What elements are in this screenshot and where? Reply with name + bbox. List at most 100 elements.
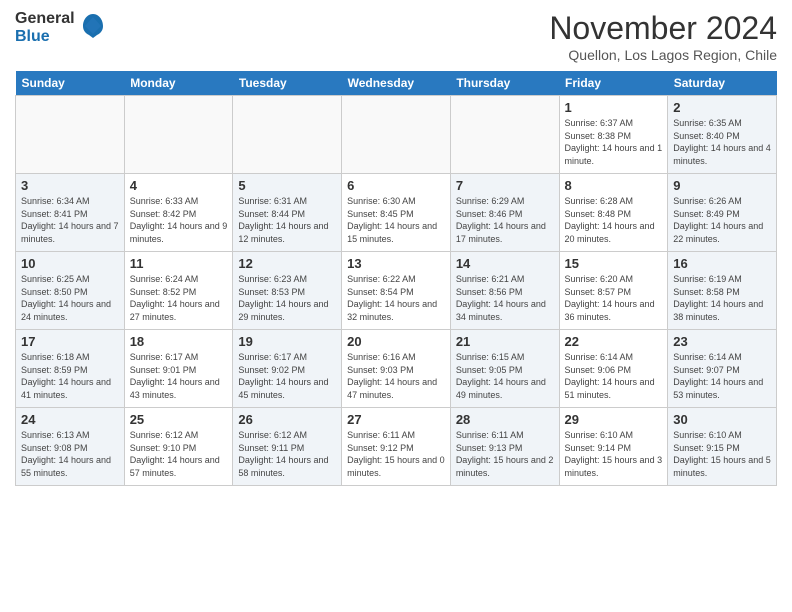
week-row-5: 24Sunrise: 6:13 AM Sunset: 9:08 PM Dayli… [16, 408, 777, 486]
weekday-tuesday: Tuesday [233, 71, 342, 96]
calendar-cell: 24Sunrise: 6:13 AM Sunset: 9:08 PM Dayli… [16, 408, 125, 486]
calendar-cell: 11Sunrise: 6:24 AM Sunset: 8:52 PM Dayli… [124, 252, 233, 330]
day-info: Sunrise: 6:11 AM Sunset: 9:12 PM Dayligh… [347, 429, 445, 479]
day-info: Sunrise: 6:28 AM Sunset: 8:48 PM Dayligh… [565, 195, 663, 245]
week-row-1: 1 Sunrise: 6:37 AM Sunset: 8:38 PM Daylig… [16, 96, 777, 174]
day-info: Sunrise: 6:37 AM Sunset: 8:38 PM Dayligh… [565, 117, 663, 167]
day-info: Sunrise: 6:17 AM Sunset: 9:01 PM Dayligh… [130, 351, 228, 401]
day-info: Sunrise: 6:31 AM Sunset: 8:44 PM Dayligh… [238, 195, 336, 245]
logo-text: General Blue [15, 10, 107, 46]
calendar-cell: 30Sunrise: 6:10 AM Sunset: 9:15 PM Dayli… [668, 408, 777, 486]
logo-icon [79, 12, 107, 45]
week-row-4: 17Sunrise: 6:18 AM Sunset: 8:59 PM Dayli… [16, 330, 777, 408]
weekday-saturday: Saturday [668, 71, 777, 96]
day-info: Sunrise: 6:10 AM Sunset: 9:14 PM Dayligh… [565, 429, 663, 479]
day-number: 10 [21, 256, 119, 271]
weekday-sunday: Sunday [16, 71, 125, 96]
calendar-cell [450, 96, 559, 174]
day-number: 9 [673, 178, 771, 193]
day-number: 16 [673, 256, 771, 271]
calendar-cell: 10 Sunrise: 6:25 AM Sunset: 8:50 PM Dayli… [16, 252, 125, 330]
day-number: 8 [565, 178, 663, 193]
weekday-friday: Friday [559, 71, 668, 96]
day-info: Sunrise: 6:12 AM Sunset: 9:10 PM Dayligh… [130, 429, 228, 479]
day-number: 27 [347, 412, 445, 427]
calendar-cell: 25 Sunrise: 6:12 AM Sunset: 9:10 PM Dayli… [124, 408, 233, 486]
weekday-wednesday: Wednesday [342, 71, 451, 96]
calendar-cell: 4 Sunrise: 6:33 AM Sunset: 8:42 PM Daylig… [124, 174, 233, 252]
month-title: November 2024 [549, 10, 777, 47]
calendar-cell: 23Sunrise: 6:14 AM Sunset: 9:07 PM Dayli… [668, 330, 777, 408]
calendar-cell: 3 Sunrise: 6:34 AM Sunset: 8:41 PM Daylig… [16, 174, 125, 252]
calendar-cell: 29 Sunrise: 6:10 AM Sunset: 9:14 PM Dayli… [559, 408, 668, 486]
day-number: 15 [565, 256, 663, 271]
calendar-cell: 16 Sunrise: 6:19 AM Sunset: 8:58 PM Dayli… [668, 252, 777, 330]
calendar-cell: 22 Sunrise: 6:14 AM Sunset: 9:06 PM Dayli… [559, 330, 668, 408]
calendar-cell: 19 Sunrise: 6:17 AM Sunset: 9:02 PM Dayli… [233, 330, 342, 408]
day-info: Sunrise: 6:17 AM Sunset: 9:02 PM Dayligh… [238, 351, 336, 401]
calendar-cell: 12 Sunrise: 6:23 AM Sunset: 8:53 PM Dayli… [233, 252, 342, 330]
calendar-cell [342, 96, 451, 174]
day-info: Sunrise: 6:30 AM Sunset: 8:45 PM Dayligh… [347, 195, 445, 245]
title-section: November 2024 Quellon, Los Lagos Region,… [549, 10, 777, 63]
calendar-cell [16, 96, 125, 174]
calendar-cell: 5 Sunrise: 6:31 AM Sunset: 8:44 PM Daylig… [233, 174, 342, 252]
day-number: 29 [565, 412, 663, 427]
day-info: Sunrise: 6:14 AM Sunset: 9:06 PM Dayligh… [565, 351, 663, 401]
day-number: 7 [456, 178, 554, 193]
day-number: 13 [347, 256, 445, 271]
day-info: Sunrise: 6:13 AM Sunset: 9:08 PM Dayligh… [21, 429, 119, 479]
main-container: General Blue November 2024 Quellon, Los … [0, 0, 792, 496]
calendar-cell: 15Sunrise: 6:20 AM Sunset: 8:57 PM Dayli… [559, 252, 668, 330]
day-info: Sunrise: 6:24 AM Sunset: 8:52 PM Dayligh… [130, 273, 228, 323]
calendar-cell: 18 Sunrise: 6:17 AM Sunset: 9:01 PM Dayli… [124, 330, 233, 408]
day-number: 3 [21, 178, 119, 193]
day-info: Sunrise: 6:26 AM Sunset: 8:49 PM Dayligh… [673, 195, 771, 245]
calendar-cell: 6 Sunrise: 6:30 AM Sunset: 8:45 PM Daylig… [342, 174, 451, 252]
calendar-cell: 7 Sunrise: 6:29 AM Sunset: 8:46 PM Daylig… [450, 174, 559, 252]
week-row-2: 3 Sunrise: 6:34 AM Sunset: 8:41 PM Daylig… [16, 174, 777, 252]
logo: General Blue [15, 10, 107, 46]
calendar-cell: 20Sunrise: 6:16 AM Sunset: 9:03 PM Dayli… [342, 330, 451, 408]
calendar-cell: 2 Sunrise: 6:35 AM Sunset: 8:40 PM Daylig… [668, 96, 777, 174]
day-info: Sunrise: 6:35 AM Sunset: 8:40 PM Dayligh… [673, 117, 771, 167]
day-number: 12 [238, 256, 336, 271]
day-number: 19 [238, 334, 336, 349]
day-number: 4 [130, 178, 228, 193]
calendar-cell: 21 Sunrise: 6:15 AM Sunset: 9:05 PM Dayli… [450, 330, 559, 408]
logo-general: General [15, 10, 75, 27]
day-info: Sunrise: 6:12 AM Sunset: 9:11 PM Dayligh… [238, 429, 336, 479]
calendar-cell: 17Sunrise: 6:18 AM Sunset: 8:59 PM Dayli… [16, 330, 125, 408]
day-number: 22 [565, 334, 663, 349]
day-info: Sunrise: 6:23 AM Sunset: 8:53 PM Dayligh… [238, 273, 336, 323]
day-info: Sunrise: 6:33 AM Sunset: 8:42 PM Dayligh… [130, 195, 228, 245]
logo-blue: Blue [15, 28, 50, 45]
day-info: Sunrise: 6:19 AM Sunset: 8:58 PM Dayligh… [673, 273, 771, 323]
weekday-header-row: SundayMondayTuesdayWednesdayThursdayFrid… [16, 71, 777, 96]
week-row-3: 10 Sunrise: 6:25 AM Sunset: 8:50 PM Dayli… [16, 252, 777, 330]
day-number: 2 [673, 100, 771, 115]
calendar-cell: 13 Sunrise: 6:22 AM Sunset: 8:54 PM Dayli… [342, 252, 451, 330]
calendar-cell [233, 96, 342, 174]
calendar-cell: 1 Sunrise: 6:37 AM Sunset: 8:38 PM Daylig… [559, 96, 668, 174]
day-number: 25 [130, 412, 228, 427]
day-number: 18 [130, 334, 228, 349]
calendar-cell: 8 Sunrise: 6:28 AM Sunset: 8:48 PM Daylig… [559, 174, 668, 252]
day-info: Sunrise: 6:11 AM Sunset: 9:13 PM Dayligh… [456, 429, 554, 479]
day-number: 5 [238, 178, 336, 193]
calendar-table: SundayMondayTuesdayWednesdayThursdayFrid… [15, 71, 777, 486]
day-info: Sunrise: 6:22 AM Sunset: 8:54 PM Dayligh… [347, 273, 445, 323]
day-info: Sunrise: 6:18 AM Sunset: 8:59 PM Dayligh… [21, 351, 119, 401]
day-info: Sunrise: 6:10 AM Sunset: 9:15 PM Dayligh… [673, 429, 771, 479]
day-info: Sunrise: 6:34 AM Sunset: 8:41 PM Dayligh… [21, 195, 119, 245]
day-info: Sunrise: 6:16 AM Sunset: 9:03 PM Dayligh… [347, 351, 445, 401]
day-number: 6 [347, 178, 445, 193]
day-info: Sunrise: 6:25 AM Sunset: 8:50 PM Dayligh… [21, 273, 119, 323]
day-number: 26 [238, 412, 336, 427]
day-info: Sunrise: 6:15 AM Sunset: 9:05 PM Dayligh… [456, 351, 554, 401]
header: General Blue November 2024 Quellon, Los … [15, 10, 777, 63]
calendar-cell: 27 Sunrise: 6:11 AM Sunset: 9:12 PM Dayli… [342, 408, 451, 486]
day-info: Sunrise: 6:29 AM Sunset: 8:46 PM Dayligh… [456, 195, 554, 245]
day-number: 1 [565, 100, 663, 115]
day-number: 21 [456, 334, 554, 349]
